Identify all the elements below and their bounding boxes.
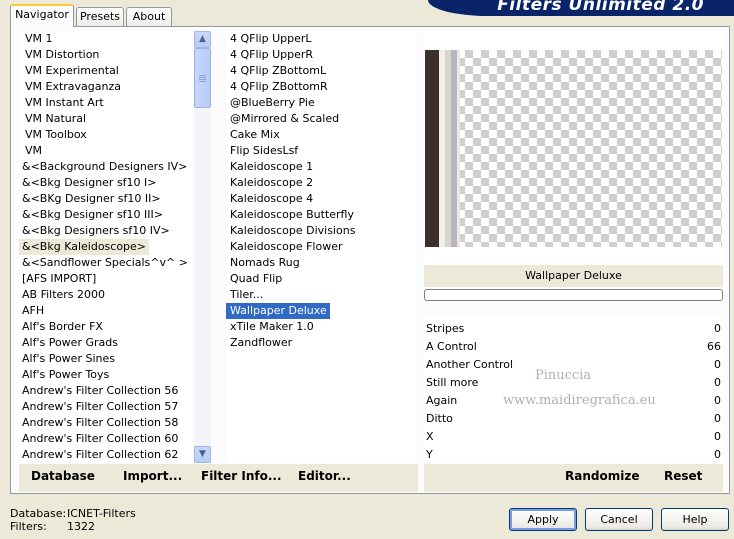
category-item[interactable]: &<Sandflower Specials^v^ > (19, 255, 193, 271)
category-item[interactable]: Andrew's Filter Collection 60 (19, 431, 193, 447)
category-item[interactable]: &<Bkg Kaleidoscope> (19, 239, 150, 255)
param-value[interactable]: 0 (714, 320, 721, 338)
param-row[interactable]: Ditto 0 (424, 410, 723, 428)
param-value[interactable]: 0 (714, 356, 721, 374)
category-item[interactable]: Andrew's Filter Collection 57 (19, 399, 193, 415)
database-button[interactable]: Database (31, 469, 95, 483)
category-item[interactable]: &<Bkg Designer sf10 III> (19, 207, 193, 223)
category-item[interactable]: Alf's Border FX (19, 319, 193, 335)
preview-image (425, 50, 722, 247)
filter-item[interactable]: Kaleidoscope 4 (226, 191, 416, 207)
param-label: X (426, 430, 434, 443)
filter-item[interactable]: Nomads Rug (226, 255, 416, 271)
category-item[interactable]: VM Toolbox (19, 127, 193, 143)
category-item[interactable]: VM (19, 143, 193, 159)
filter-info-button[interactable]: Filter Info... (201, 469, 282, 483)
category-item[interactable]: AFH (19, 303, 193, 319)
category-item[interactable]: Andrew's Filter Collection 56 (19, 383, 193, 399)
progress-bar (424, 289, 723, 301)
apply-button[interactable]: Apply (509, 508, 577, 531)
filter-item[interactable]: xTile Maker 1.0 (226, 319, 416, 335)
filter-item[interactable]: Quad Flip (226, 271, 416, 287)
param-label: Still more (426, 376, 479, 389)
category-item[interactable]: VM Instant Art (19, 95, 193, 111)
category-item[interactable]: [AFS IMPORT] (19, 271, 193, 287)
reset-button[interactable]: Reset (664, 469, 702, 483)
param-row[interactable]: Stripes 0 (424, 320, 723, 338)
randomize-button[interactable]: Randomize (565, 469, 639, 483)
watermark-url: www.maidiregrafica.eu (503, 393, 656, 408)
database-label: Database: (10, 507, 67, 520)
filter-list[interactable]: 4 QFlip UpperL 4 QFlip UpperR 4 QFlip ZBot… (226, 31, 416, 463)
filter-item[interactable]: 4 QFlip UpperL (226, 31, 416, 47)
preview-filter-name: Wallpaper Deluxe (424, 265, 723, 287)
param-row[interactable]: A Control 66 (424, 338, 723, 356)
filter-item[interactable]: Kaleidoscope 1 (226, 159, 416, 175)
category-item[interactable]: VM Experimental (19, 63, 193, 79)
filter-item[interactable]: 4 QFlip ZBottomR (226, 79, 416, 95)
filter-item[interactable]: Tiler... (226, 287, 416, 303)
category-item[interactable]: &<Bkg Designers sf10 IV> (19, 223, 193, 239)
param-value[interactable]: 66 (707, 338, 721, 356)
filters-count: 1322 (67, 520, 95, 533)
category-item[interactable]: Alf's Power Toys (19, 367, 193, 383)
editor-button[interactable]: Editor... (298, 469, 351, 483)
app-title: Filters Unlimited 2.0 (497, 0, 704, 15)
category-item[interactable]: Andrew's Filter Collection 62 (19, 447, 193, 463)
tab-presets[interactable]: Presets (76, 7, 124, 27)
category-item[interactable]: &<Bkg Designer sf10 I> (19, 175, 193, 191)
category-item[interactable]: AB Filters 2000 (19, 287, 193, 303)
param-value[interactable]: 0 (714, 446, 721, 464)
category-scrollbar[interactable]: ▲ ▼ (194, 31, 211, 463)
cancel-button[interactable]: Cancel (585, 508, 653, 531)
filter-item[interactable]: Cake Mix (226, 127, 416, 143)
database-value: ICNET-Filters (67, 507, 136, 520)
filter-item[interactable]: 4 QFlip UpperR (226, 47, 416, 63)
filter-item[interactable]: Kaleidoscope Flower (226, 239, 416, 255)
category-item[interactable]: Andrew's Filter Collection 58 (19, 415, 193, 431)
filter-item[interactable]: Kaleidoscope 2 (226, 175, 416, 191)
import-button[interactable]: Import... (123, 469, 182, 483)
category-item[interactable]: VM Extravaganza (19, 79, 193, 95)
watermark-name: Pinuccia (535, 368, 592, 383)
filter-item[interactable]: @BlueBerry Pie (226, 95, 416, 111)
param-value[interactable]: 0 (714, 374, 721, 392)
category-item[interactable]: VM 1 (19, 31, 193, 47)
filters-label: Filters: (10, 520, 47, 533)
category-item[interactable]: VM Natural (19, 111, 193, 127)
category-list[interactable]: VM 1 VM Distortion VM Experimental VM Extra… (19, 31, 193, 463)
param-value[interactable]: 0 (714, 428, 721, 446)
filter-item[interactable]: Flip SidesLsf (226, 143, 416, 159)
category-item[interactable]: &<Background Designers IV> (19, 159, 193, 175)
param-label: Another Control (426, 358, 514, 371)
filter-item[interactable]: Kaleidoscope Butterfly (226, 207, 416, 223)
category-item[interactable]: VM Distortion (19, 47, 193, 63)
filter-item[interactable]: Zandflower (226, 335, 416, 351)
filter-item[interactable]: @Mirrored & Scaled (226, 111, 416, 127)
param-label: Y (426, 448, 433, 461)
tab-navigator[interactable]: Navigator (10, 4, 74, 27)
filter-item[interactable]: 4 QFlip ZBottomL (226, 63, 416, 79)
scroll-thumb[interactable] (194, 48, 211, 108)
help-button[interactable]: Help (661, 508, 729, 531)
tab-about[interactable]: About (126, 7, 172, 27)
param-label: Ditto (426, 412, 453, 425)
filter-item[interactable]: Wallpaper Deluxe (226, 303, 330, 319)
param-row[interactable]: X0 (424, 428, 723, 446)
category-item[interactable]: Alf's Power Sines (19, 351, 193, 367)
scroll-up-button[interactable]: ▲ (194, 31, 211, 48)
param-label: Again (426, 394, 458, 407)
category-item[interactable]: &<BKg Designer sf10 II> (19, 191, 193, 207)
filter-item[interactable]: Kaleidoscope Divisions (226, 223, 416, 239)
title-banner: Filters Unlimited 2.0 (428, 0, 734, 16)
scroll-down-button[interactable]: ▼ (194, 446, 211, 463)
param-value[interactable]: 0 (714, 392, 721, 410)
category-item[interactable]: Alf's Power Grads (19, 335, 193, 351)
param-label: Stripes (426, 322, 465, 335)
param-value[interactable]: 0 (714, 410, 721, 428)
param-row[interactable]: Y0 (424, 446, 723, 464)
param-label: A Control (426, 340, 477, 353)
